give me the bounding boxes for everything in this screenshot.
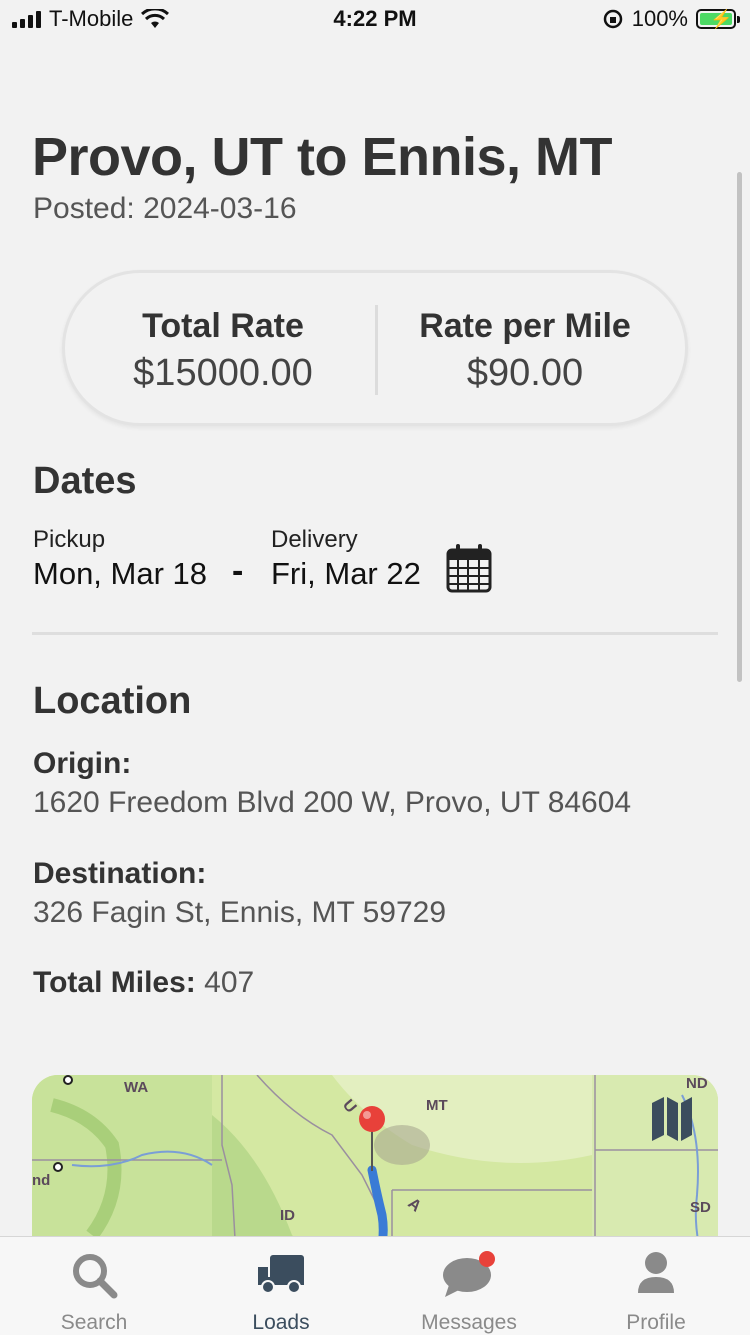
map-label-wa: WA [124, 1079, 148, 1096]
origin-address: 1620 Freedom Blvd 200 W, Provo, UT 84604 [33, 786, 632, 819]
orientation-lock-icon [603, 9, 622, 29]
page-title: Provo, UT to Ennis, MT [32, 127, 613, 187]
tab-profile[interactable]: Profile [562, 1237, 750, 1335]
tab-search[interactable]: Search [0, 1237, 188, 1335]
tab-loads[interactable]: Loads [187, 1237, 375, 1335]
tab-messages[interactable]: Messages [375, 1237, 563, 1335]
battery-percent: 100% [631, 6, 688, 31]
truck-icon [258, 1255, 304, 1294]
location-heading: Location [33, 680, 192, 722]
total-miles-value: 407 [204, 966, 255, 999]
dates-heading: Dates [33, 460, 137, 502]
map-label-nd-partial: nd [32, 1172, 50, 1189]
unread-badge [479, 1251, 495, 1267]
battery-icon: ⚡ [696, 9, 740, 29]
rate-card: Total Rate $15000.00 Rate per Mile $90.0… [62, 270, 688, 426]
total-rate-value: $15000.00 [133, 352, 313, 394]
map-label-mt: MT [426, 1097, 448, 1114]
map-label-sd: SD [690, 1199, 711, 1216]
total-miles-label: Total Miles: [33, 966, 196, 999]
origin-label: Origin: [33, 747, 132, 780]
tab-loads-label: Loads [252, 1311, 310, 1334]
person-icon [638, 1252, 674, 1293]
chat-icon [443, 1251, 495, 1297]
calendar-icon[interactable] [446, 543, 492, 593]
tab-messages-label: Messages [421, 1311, 517, 1334]
posted-date: Posted: 2024-03-16 [33, 192, 297, 225]
rate-per-mile-value: $90.00 [466, 352, 584, 394]
destination-label: Destination: [33, 857, 207, 890]
tab-bar: Search Loads Messages Profile [0, 1236, 750, 1335]
date-separator: - [232, 552, 244, 590]
total-miles: Total Miles: 407 [33, 966, 254, 1000]
total-rate-label: Total Rate [142, 307, 304, 345]
scrollbar[interactable] [737, 172, 742, 682]
section-divider [32, 632, 718, 635]
delivery-label: Delivery [271, 526, 358, 553]
map-label-id: ID [280, 1207, 295, 1224]
rate-per-mile-label: Rate per Mile [419, 307, 631, 345]
pickup-date: Mon, Mar 18 [33, 556, 208, 591]
destination-address: 326 Fagin St, Ennis, MT 59729 [33, 896, 447, 929]
search-icon [73, 1254, 118, 1299]
map-view-icon [652, 1097, 692, 1141]
tab-profile-label: Profile [626, 1311, 686, 1334]
total-rate: Total Rate $15000.00 [73, 307, 373, 395]
pickup-label: Pickup [33, 526, 106, 553]
tab-search-label: Search [60, 1311, 128, 1334]
map-label-nd: ND [686, 1075, 708, 1092]
status-bar: T-Mobile 4:22 PM 100% ⚡ [0, 0, 750, 40]
delivery-date: Fri, Mar 22 [271, 556, 421, 591]
rate-per-mile: Rate per Mile $90.00 [375, 307, 675, 395]
